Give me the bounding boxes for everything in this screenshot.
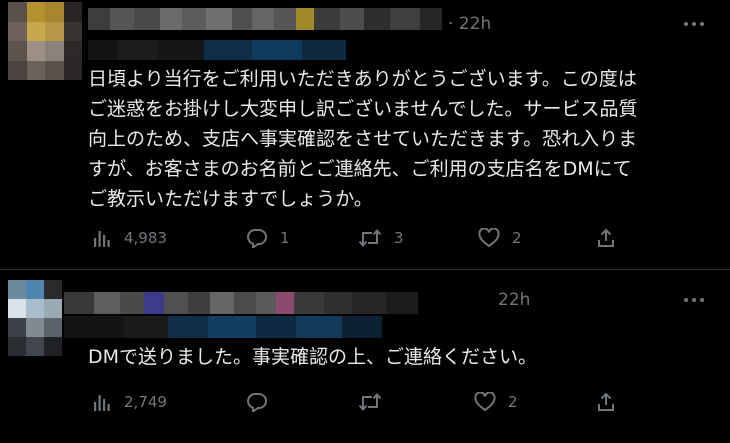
heart-icon (478, 228, 500, 248)
like-button[interactable]: 2 (478, 228, 522, 248)
views-button[interactable]: 4,983 (92, 228, 167, 248)
reply-count: 1 (280, 229, 290, 247)
bar-chart-icon (94, 231, 110, 247)
handle-blurred[interactable] (64, 316, 382, 338)
retweet-icon (358, 392, 382, 412)
share-button[interactable] (596, 228, 616, 248)
tweet-timestamp[interactable]: 22h (498, 290, 530, 310)
handle-blurred[interactable] (88, 40, 346, 60)
tweet-text: 日頃より当行をご利用いただきありがとうございます。この度は ご迷惑をお掛けし大変… (88, 68, 638, 210)
like-count: 2 (512, 229, 522, 247)
share-icon (598, 392, 614, 411)
retweet-count: 3 (394, 229, 404, 247)
share-icon (598, 228, 614, 247)
more-dots-icon[interactable] (684, 14, 704, 34)
views-count: 4,983 (124, 229, 167, 247)
tweet[interactable]: · 22h 日頃より当行をご利用いただきありがとうございます。この度は ご迷惑を… (0, 0, 730, 270)
bar-chart-icon (94, 395, 110, 411)
like-count: 2 (508, 393, 518, 411)
views-button[interactable]: 2,749 (92, 392, 167, 412)
like-button[interactable]: 2 (474, 392, 518, 412)
share-button[interactable] (596, 392, 616, 412)
tweet[interactable]: 22h DMで送りました。事実確認の上、ご連絡ください。 2,749 2 (0, 270, 730, 443)
retweet-button[interactable] (358, 392, 394, 412)
reply-bubble-icon (247, 393, 267, 412)
reply-bubble-icon (247, 229, 267, 248)
tweet-text: DMで送りました。事実確認の上、ご連絡ください。 (88, 346, 538, 368)
reply-button[interactable] (246, 392, 280, 412)
avatar[interactable] (8, 2, 82, 80)
tweet-timestamp[interactable]: · 22h (448, 14, 491, 34)
display-name-blurred[interactable] (88, 8, 442, 30)
reply-button[interactable]: 1 (246, 228, 290, 248)
retweet-button[interactable]: 3 (358, 228, 404, 248)
views-count: 2,749 (124, 393, 167, 411)
more-dots-icon[interactable] (684, 290, 704, 310)
heart-icon (474, 392, 496, 412)
retweet-icon (358, 228, 382, 248)
display-name-blurred[interactable] (64, 292, 418, 314)
avatar[interactable] (8, 280, 62, 356)
